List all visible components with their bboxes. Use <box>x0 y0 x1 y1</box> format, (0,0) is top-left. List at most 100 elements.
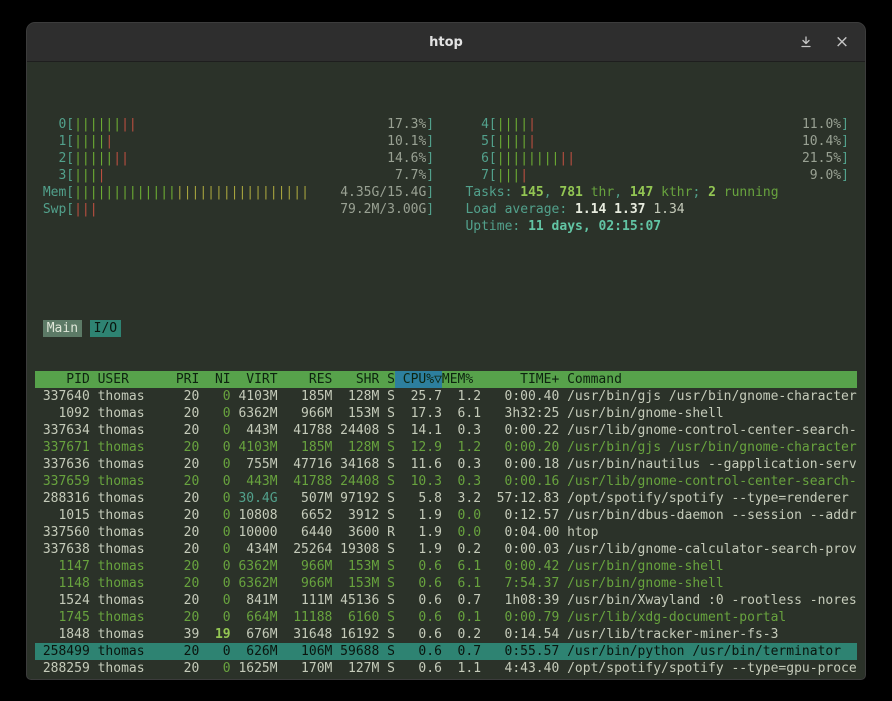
cell-command: /usr/lib/tracker-miner-fs-3 <box>559 626 857 643</box>
column-header-mem[interactable]: MEM% <box>442 371 481 388</box>
cell-cpu: 5.8 <box>395 490 442 507</box>
column-header-time[interactable]: TIME+ <box>481 371 559 388</box>
cell-pri: 20 <box>168 643 199 660</box>
process-row-337659[interactable]: 337659thomas200443M4178824408S10.30.30:0… <box>35 473 857 490</box>
column-header-user[interactable]: USER <box>90 371 168 388</box>
tab-main[interactable]: Main <box>43 320 82 337</box>
close-icon[interactable]: × <box>833 33 851 51</box>
meter-bars: |||||||| <box>74 116 137 133</box>
cell-pri: 20 <box>168 558 199 575</box>
cell-command: /usr/bin/gnome-shell <box>559 405 857 422</box>
cell-pid: 337659 <box>35 473 90 490</box>
process-row-337638[interactable]: 337638thomas200434M2526419308S1.90.20:00… <box>35 541 857 558</box>
cell-pid: 337636 <box>35 456 90 473</box>
cell-pid: 1745 <box>35 609 90 626</box>
process-row-1015[interactable]: 1015thomas2001080866523912S1.90.00:12.57… <box>35 507 857 524</box>
cell-shr: 128M <box>332 388 379 405</box>
swap-meter: Swp[|||79.2M/3.00G] <box>43 201 434 218</box>
column-header-pri[interactable]: PRI <box>168 371 199 388</box>
cell-s: S <box>379 507 395 524</box>
cell-time: 0:00.03 <box>481 541 559 558</box>
cell-res: 41788 <box>278 473 333 490</box>
cell-time: 0:00.79 <box>481 609 559 626</box>
cell-user: thomas <box>90 388 168 405</box>
cpu-meter-6: 6[||||||||||21.5%] <box>465 150 848 167</box>
cell-pid: 288271 <box>35 677 90 680</box>
meter-bars: ||||||| <box>74 150 129 167</box>
cell-ni: 0 <box>199 660 230 677</box>
cell-s: S <box>379 456 395 473</box>
meter-value: 9.0% <box>810 167 841 184</box>
column-header-ni[interactable]: NI <box>199 371 230 388</box>
meter-value: 10.4% <box>802 133 841 150</box>
column-header-pid[interactable]: PID <box>35 371 90 388</box>
cpu-meter-5: 5[|||||10.4%] <box>465 133 848 150</box>
process-row-337640[interactable]: 337640thomas2004103M185M128MS25.71.20:00… <box>35 388 857 405</box>
meter-bars: |||||||||| <box>497 150 575 167</box>
cell-user: thomas <box>90 507 168 524</box>
column-header-shr[interactable]: SHR <box>332 371 379 388</box>
meters-panel: 0[||||||||17.3%]4[|||||11.0%]1[|||||10.1… <box>35 116 857 235</box>
cell-user: thomas <box>90 558 168 575</box>
cell-res: 283M <box>278 677 333 680</box>
cell-mem: 1.1 <box>442 660 481 677</box>
cell-shr: 153M <box>332 575 379 592</box>
cell-command: /usr/lib/xdg-document-portal <box>559 609 857 626</box>
cell-res: 47716 <box>278 456 333 473</box>
column-header-virt[interactable]: VIRT <box>231 371 278 388</box>
meter-label: 5 <box>465 133 488 150</box>
cell-pri: 20 <box>168 660 199 677</box>
column-header-command[interactable]: Command <box>559 371 857 388</box>
column-header-cpu[interactable]: CPU%▽ <box>395 371 442 388</box>
cell-user: thomas <box>90 541 168 558</box>
cell-ni: 0 <box>199 558 230 575</box>
cell-command: /usr/bin/gnome-shell <box>559 575 857 592</box>
meter-bars: ||||| <box>497 133 536 150</box>
cell-cpu: 0.6 <box>395 575 442 592</box>
cell-virt: 30.4G <box>231 490 278 507</box>
process-row-1147[interactable]: 1147thomas2006362M966M153MS0.66.10:00.42… <box>35 558 857 575</box>
process-row-258499[interactable]: 258499thomas200626M106M59688S0.60.70:55.… <box>35 643 857 660</box>
cell-s: S <box>379 541 395 558</box>
process-row-1092[interactable]: 1092thomas2006362M966M153MS17.36.13h32:2… <box>35 405 857 422</box>
cell-command: /opt/spotify/spotify --type=gpu-proce <box>559 660 857 677</box>
cell-shr: 24408 <box>332 473 379 490</box>
cell-ni: 0 <box>199 405 230 422</box>
cell-s: S <box>379 439 395 456</box>
cpu-meter-3: 3[||||7.7%] <box>43 167 434 184</box>
cell-res: 111M <box>278 592 333 609</box>
cell-command: /usr/bin/nautilus --gapplication-serv <box>559 456 857 473</box>
column-header-res[interactable]: RES <box>278 371 333 388</box>
cell-res: 507M <box>278 490 333 507</box>
tab-io[interactable]: I/O <box>90 320 121 337</box>
cpu-meter-0: 0[||||||||17.3%] <box>43 116 434 133</box>
meter-bars: ||||| <box>74 133 113 150</box>
process-row-337634[interactable]: 337634thomas200443M4178824408S14.10.30:0… <box>35 422 857 439</box>
process-row-1524[interactable]: 1524thomas200841M111M45136S0.60.71h08:39… <box>35 592 857 609</box>
cell-ni: 0 <box>199 643 230 660</box>
meter-bars: |||| <box>74 167 105 184</box>
titlebar-controls: × <box>797 23 851 61</box>
process-row-288259[interactable]: 288259thomas2001625M170M127MS0.61.14:43.… <box>35 660 857 677</box>
cell-pri: 20 <box>168 490 199 507</box>
cell-mem: 0.3 <box>442 456 481 473</box>
column-header-s[interactable]: S <box>379 371 395 388</box>
process-row-1148[interactable]: 1148thomas2006362M966M153MS0.66.17:54.37… <box>35 575 857 592</box>
process-row-1848[interactable]: 1848thomas3919676M3164816192S0.60.20:14.… <box>35 626 857 643</box>
table-header-row: PIDUSERPRINIVIRTRESSHRSCPU%▽MEM%TIME+Com… <box>35 371 857 388</box>
process-row-337560[interactable]: 337560thomas2001000064403600R1.90.00:04.… <box>35 524 857 541</box>
cell-ni: 0 <box>199 507 230 524</box>
process-row-337636[interactable]: 337636thomas200755M4771634168S11.60.30:0… <box>35 456 857 473</box>
process-row-337671[interactable]: 337671thomas2004103M185M128MS12.91.20:00… <box>35 439 857 456</box>
cell-s: S <box>379 388 395 405</box>
titlebar[interactable]: htop × <box>27 23 865 62</box>
process-row-1745[interactable]: 1745thomas200664M111886160S0.60.10:00.79… <box>35 609 857 626</box>
download-icon[interactable] <box>797 33 815 51</box>
cell-s: S <box>379 405 395 422</box>
process-row-288316[interactable]: 288316thomas20030.4G507M97192S5.83.257:1… <box>35 490 857 507</box>
process-row-288271[interactable]: 288271thomas2004092M283M145MS0.61.82:50.… <box>35 677 857 680</box>
cell-pri: 20 <box>168 524 199 541</box>
cell-command: /usr/bin/python /usr/bin/terminator <box>559 643 857 660</box>
cell-time: 0:00.20 <box>481 439 559 456</box>
cell-mem: 0.3 <box>442 422 481 439</box>
